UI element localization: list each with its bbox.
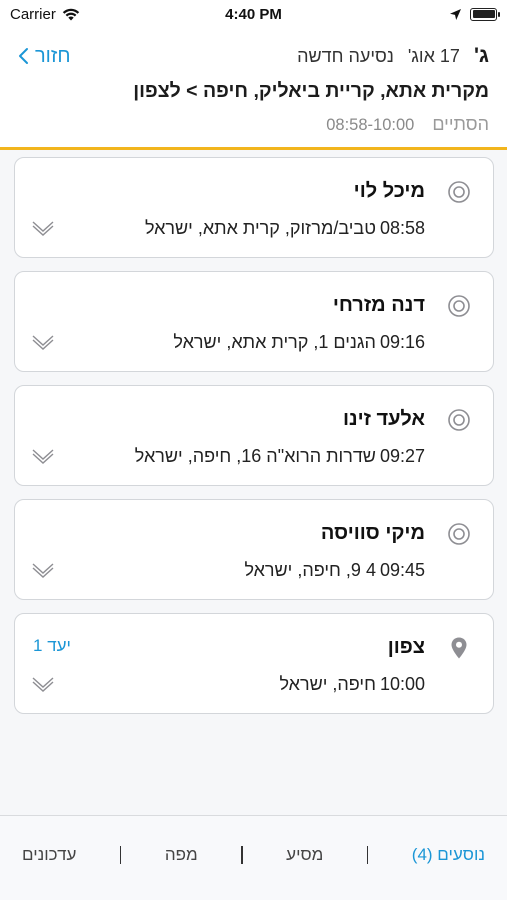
tab-driver[interactable]: מסיע (286, 845, 323, 865)
destination-badge[interactable]: יעד 1 (33, 636, 71, 656)
stop-name: אלעד זינו (342, 408, 425, 430)
stop-name: מיקי סוויסה (320, 522, 425, 544)
stop-time: 08:58 (379, 218, 425, 238)
stop-card[interactable]: אלעד זינו 09:27 שדרות הרוא"ה 16, חיפה, י… (14, 385, 494, 486)
stop-details: 09:16 הגנים 1, קרית אתא, ישראל (173, 332, 425, 353)
stop-address: טביב/מרזוק, קרית אתא, ישראל (144, 218, 376, 238)
stop-name: צפון (387, 636, 425, 658)
trip-date-info: ג' 17 אוג' נסיעה חדשה (297, 44, 489, 68)
status-bar: Carrier 4:40 PM (0, 0, 507, 28)
chevron-down-icon[interactable] (31, 676, 55, 692)
stops-list: מיכל לוי 08:58 טביב/מרזוק, קרית אתא, ישר… (14, 157, 494, 727)
route-title: מקרית אתא, קריית ביאליק, חיפה > לצפון (133, 80, 489, 102)
target-icon (448, 523, 470, 545)
carrier-label: Carrier (10, 5, 56, 23)
chevron-down-icon[interactable] (31, 334, 55, 350)
tab-divider (366, 846, 369, 864)
wifi-icon (62, 8, 80, 20)
stop-card[interactable]: דנה מזרחי 09:16 הגנים 1, קרית אתא, ישראל (14, 271, 494, 372)
stop-address: חיפה, ישראל (279, 674, 376, 694)
bottom-tab-bar: נוסעים (4) מסיע מפה עדכונים (0, 815, 507, 900)
stop-card[interactable]: מיקי סוויסה 09:45 4 9, חיפה, ישראל (14, 499, 494, 600)
chevron-down-icon[interactable] (31, 562, 55, 578)
battery-icon (470, 7, 500, 21)
tab-divider (241, 846, 243, 864)
stop-details: 09:45 4 9, חיפה, ישראל (244, 560, 425, 581)
stop-details: 09:27 שדרות הרוא"ה 16, חיפה, ישראל (135, 446, 425, 467)
stop-details: 08:58 טביב/מרזוק, קרית אתא, ישראל (145, 218, 425, 239)
header-top-row: ג' 17 אוג' נסיעה חדשה חזור (18, 42, 489, 70)
target-icon (448, 181, 470, 203)
stop-address: 4 9, חיפה, ישראל (244, 560, 376, 580)
route-subtitle: הסתיים 08:58-10:00 (326, 114, 489, 135)
stop-name: דנה מזרחי (332, 294, 425, 316)
trip-header: ג' 17 אוג' נסיעה חדשה חזור מקרית אתא, קר… (0, 28, 507, 150)
target-icon (448, 409, 470, 431)
stop-address: שדרות הרוא"ה 16, חיפה, ישראל (134, 446, 376, 466)
status-right (449, 7, 500, 21)
tab-divider (119, 846, 122, 864)
target-icon (448, 295, 470, 317)
trip-label: נסיעה חדשה (297, 46, 394, 66)
day-letter: ג' (473, 44, 489, 67)
chevron-left-icon (19, 48, 28, 64)
stop-time: 10:00 (379, 674, 425, 694)
battery-fill (472, 10, 495, 18)
stop-time: 09:45 (379, 560, 425, 580)
back-label: חזור (35, 44, 71, 67)
trip-date: 17 אוג' (407, 46, 460, 66)
tab-passengers[interactable]: נוסעים (4) (412, 845, 485, 865)
back-button[interactable]: חזור (18, 45, 71, 68)
trip-status: הסתיים (432, 114, 489, 134)
stop-card[interactable]: מיכל לוי 08:58 טביב/מרזוק, קרית אתא, ישר… (14, 157, 494, 258)
status-left: Carrier (10, 6, 80, 23)
map-pin-icon (451, 637, 467, 659)
stop-address: הגנים 1, קרית אתא, ישראל (173, 332, 376, 352)
chevron-down-icon[interactable] (31, 448, 55, 464)
tab-updates[interactable]: עדכונים (22, 845, 76, 865)
trip-time-range: 08:58-10:00 (326, 116, 415, 134)
tab-map[interactable]: מפה (165, 845, 198, 865)
stop-time: 09:27 (379, 446, 425, 466)
chevron-down-icon[interactable] (31, 220, 55, 236)
stop-name: מיכל לוי (353, 180, 425, 202)
destination-card[interactable]: צפון יעד 1 10:00 חיפה, ישראל (14, 613, 494, 714)
stop-details: 10:00 חיפה, ישראל (279, 674, 425, 695)
stop-time: 09:16 (379, 332, 425, 352)
location-arrow-icon (450, 8, 461, 20)
